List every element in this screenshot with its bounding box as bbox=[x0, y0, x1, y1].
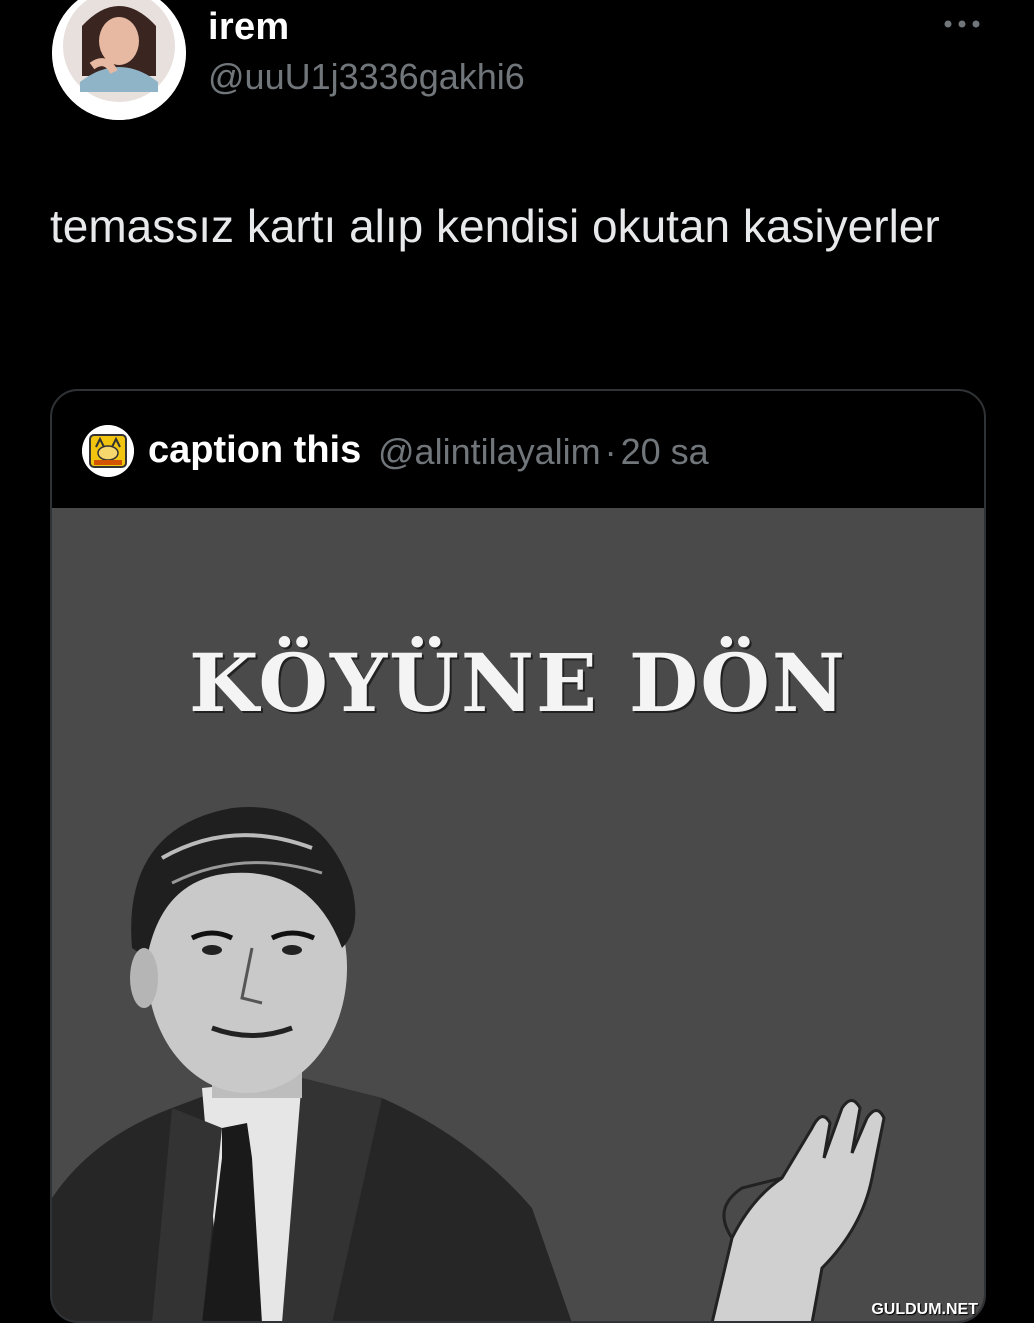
quoted-tweet-card[interactable]: caption this @alintilayalim · 20 sa KÖYÜNE… bbox=[50, 389, 986, 1323]
avatar-photo bbox=[52, 0, 186, 120]
watermark: GULDUM.NET bbox=[871, 1301, 978, 1318]
meme-title: KÖYÜNE DÖN bbox=[188, 636, 848, 730]
quoted-timestamp[interactable]: 20 sa bbox=[621, 431, 709, 472]
quoted-handle[interactable]: @alintilayalim bbox=[378, 431, 601, 472]
tweet-header: irem @uuU1j3336gakhi6 bbox=[50, 0, 990, 125]
tweet-text: temassız kartı alıp kendisi okutan kasiy… bbox=[50, 200, 940, 252]
quoted-user-avatar[interactable] bbox=[82, 425, 134, 477]
user-handle[interactable]: @uuU1j3336gakhi6 bbox=[208, 56, 525, 98]
user-avatar[interactable] bbox=[52, 0, 186, 120]
display-name[interactable]: irem bbox=[208, 6, 289, 49]
quoted-display-name[interactable]: caption this bbox=[148, 429, 361, 472]
quoted-media-image[interactable]: KÖYÜNE DÖN GULDUM.NET bbox=[52, 508, 984, 1321]
cat-logo-icon bbox=[82, 425, 134, 477]
more-horizontal-icon[interactable] bbox=[942, 14, 982, 34]
quoted-tweet-header: caption this @alintilayalim · 20 sa bbox=[52, 391, 984, 508]
quoted-meta: @alintilayalim · 20 sa bbox=[378, 431, 709, 473]
retro-man-illustration bbox=[52, 807, 886, 1321]
meta-separator: · bbox=[604, 431, 617, 472]
